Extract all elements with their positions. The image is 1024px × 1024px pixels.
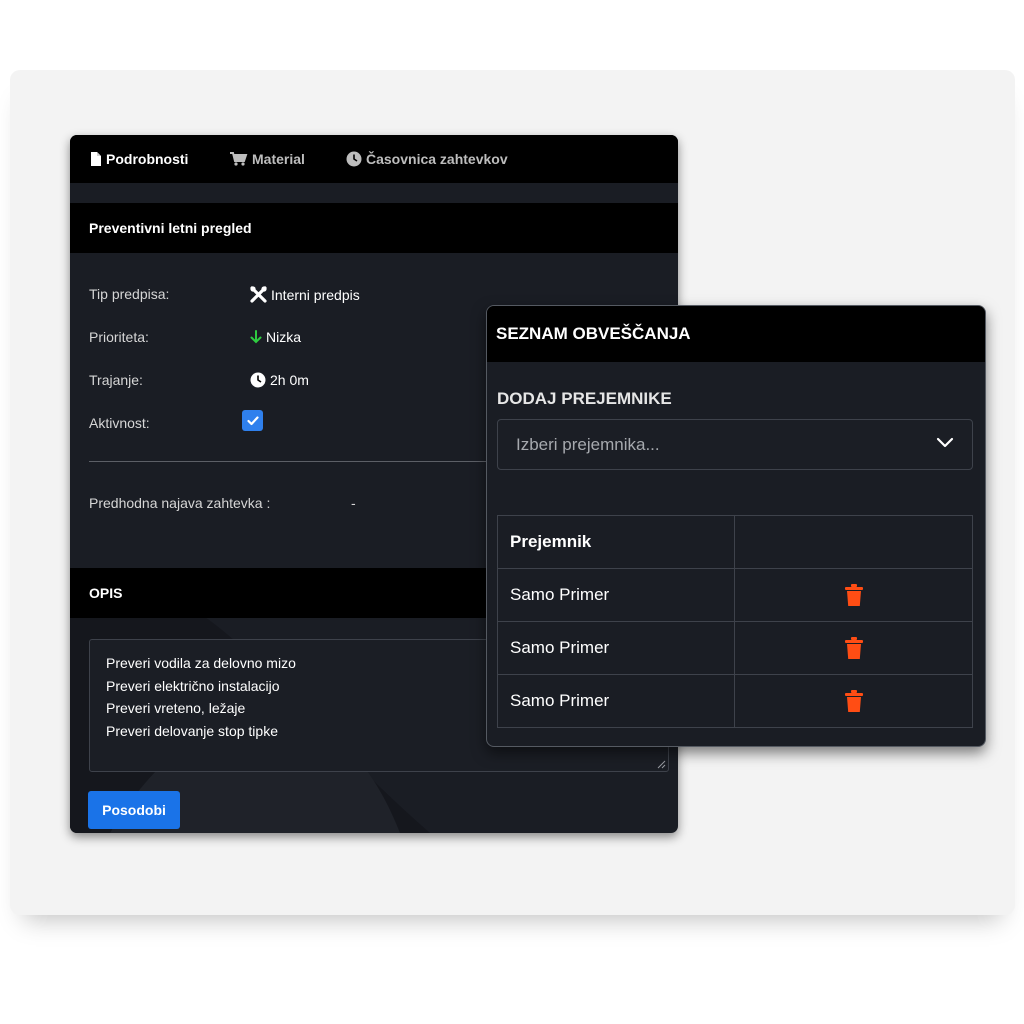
tab-details-label: Podrobnosti [106, 151, 189, 167]
add-recipients-label: DODAJ PREJEMNIKE [497, 389, 672, 408]
check-icon [246, 415, 259, 425]
duration-value-text: 2h 0m [270, 372, 309, 388]
notification-panel: SEZNAM OBVEŠČANJA DODAJ PREJEMNIKE Izber… [486, 305, 986, 747]
activity-label: Aktivnost: [89, 415, 150, 431]
resize-grip-icon[interactable] [657, 760, 666, 769]
request-title: Preventivni letni pregled [70, 203, 678, 253]
table-row: Samo Primer [497, 621, 973, 675]
duration-label: Trajanje: [89, 372, 143, 388]
trash-icon[interactable] [844, 584, 863, 606]
actions-column-header [734, 515, 973, 569]
recipient-select[interactable]: Izberi prejemnika... [497, 419, 973, 470]
priority-value-text: Nizka [266, 329, 302, 345]
arrow-down-icon [250, 330, 262, 344]
notification-header: SEZNAM OBVEŠČANJA [487, 306, 985, 362]
update-button[interactable]: Posodobi [88, 791, 180, 829]
type-value-text: Interni predpis [271, 286, 360, 303]
file-icon [91, 152, 101, 166]
recipient-name: Samo Primer [497, 621, 735, 675]
duration-value: 2h 0m [250, 372, 309, 388]
clock-icon [346, 151, 362, 167]
clock-icon [250, 372, 266, 388]
tab-material-label: Material [252, 151, 305, 167]
delete-cell [734, 568, 973, 622]
recipient-select-placeholder: Izberi prejemnika... [516, 434, 660, 454]
tools-icon [250, 286, 267, 303]
tab-timeline[interactable]: Časovnica zahtevkov [346, 135, 508, 183]
activity-checkbox[interactable] [242, 410, 263, 431]
previous-request-label: Predhodna najava zahtevka : [89, 495, 271, 511]
type-value: Interni predpis [250, 286, 360, 303]
recipient-name: Samo Primer [497, 674, 735, 728]
tab-timeline-label: Časovnica zahtevkov [366, 151, 508, 167]
cart-icon [230, 152, 248, 166]
tab-bar: Podrobnosti Material Časovnica zahtevkov [70, 135, 678, 183]
recipient-name: Samo Primer [497, 568, 735, 622]
delete-cell [734, 674, 973, 728]
table-row: Samo Primer [497, 674, 973, 728]
table-row: Samo Primer [497, 568, 973, 622]
recipient-column-header: Prejemnik [497, 515, 735, 569]
priority-label: Prioriteta: [89, 329, 149, 345]
tab-material[interactable]: Material [230, 135, 305, 183]
delete-cell [734, 621, 973, 675]
tab-details[interactable]: Podrobnosti [90, 135, 188, 183]
table-header-row: Prejemnik [497, 515, 973, 569]
divider [89, 461, 509, 462]
priority-value: Nizka [250, 329, 301, 345]
previous-request-value: - [351, 495, 356, 511]
trash-icon[interactable] [844, 690, 863, 712]
chevron-down-icon [936, 437, 954, 448]
recipients-table: Prejemnik Samo Primer Samo Primer Samo P… [497, 515, 973, 728]
trash-icon[interactable] [844, 637, 863, 659]
type-label: Tip predpisa: [89, 286, 170, 302]
